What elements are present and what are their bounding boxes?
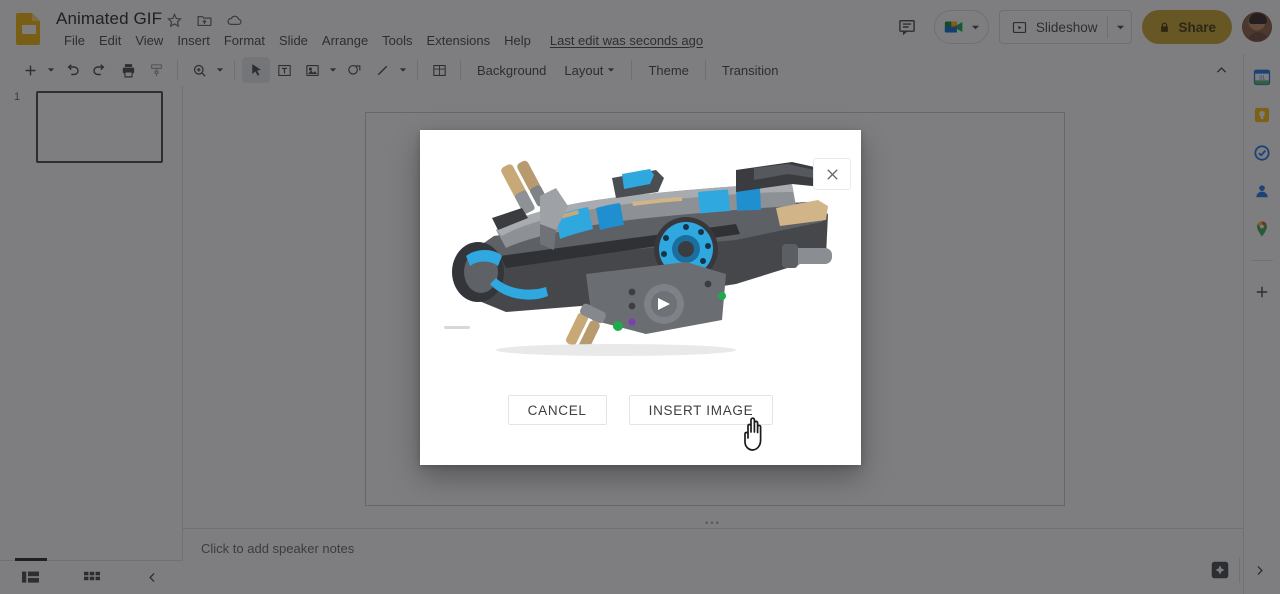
image-preview[interactable]: [430, 138, 851, 383]
pointer-hand-cursor: [741, 414, 775, 452]
google-slides-window: Animated GIF: [0, 0, 1280, 594]
close-icon: [826, 168, 838, 180]
close-dialog-button[interactable]: [813, 158, 851, 190]
cancel-label: CANCEL: [527, 402, 587, 418]
cancel-button[interactable]: CANCEL: [507, 395, 607, 425]
insert-image-preview-dialog: CANCEL INSERT IMAGE: [420, 130, 861, 465]
dialog-action-row: CANCEL INSERT IMAGE: [420, 395, 861, 425]
insert-image-label: INSERT IMAGE: [648, 402, 754, 418]
cad-machinery-render: [430, 138, 851, 383]
